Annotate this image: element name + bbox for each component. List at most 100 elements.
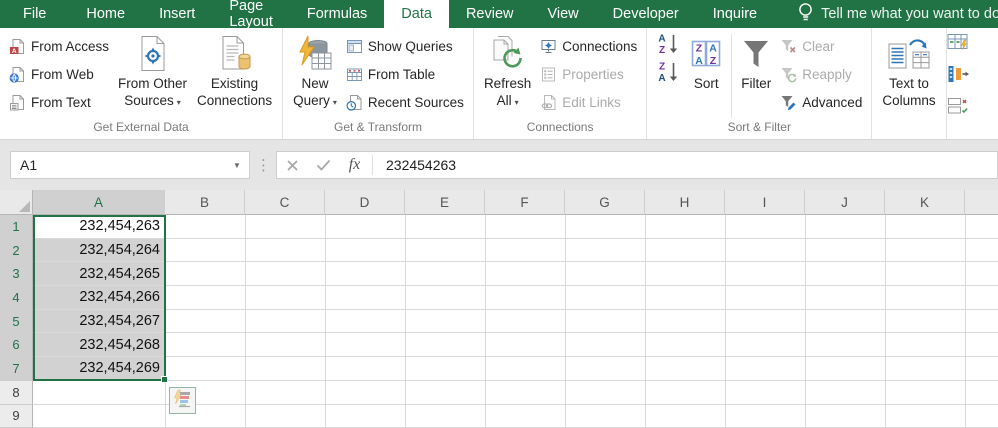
tell-me-box[interactable]: Tell me what you want to do [798, 0, 998, 28]
empty-cells[interactable] [165, 333, 998, 357]
show-queries-button[interactable]: Show Queries [342, 32, 468, 60]
group-label-connections: Connections [474, 120, 646, 139]
tab-data[interactable]: Data [384, 0, 449, 28]
row-header-8[interactable]: 8 [0, 381, 33, 405]
from-web-button[interactable]: From Web [5, 60, 113, 88]
cell-a4[interactable]: 232,454,266 [33, 286, 165, 310]
fx-icon: fx [349, 156, 361, 174]
connections-button[interactable]: Connections [536, 32, 641, 60]
advanced-filter-label: Advanced [802, 95, 862, 110]
cell-a5[interactable]: 232,454,267 [33, 310, 165, 334]
cell-a1[interactable]: 232,454,263 [33, 215, 165, 239]
cell-a8[interactable] [33, 381, 165, 405]
fill-handle[interactable] [161, 376, 168, 383]
column-header-f[interactable]: F [485, 190, 565, 215]
sort-ascending-button[interactable]: AZ [652, 32, 685, 60]
column-header-g[interactable]: G [565, 190, 645, 215]
name-box-dropdown-icon[interactable]: ▼ [225, 161, 249, 170]
remove-duplicates-icon[interactable] [947, 65, 973, 88]
formula-bar[interactable]: fx 232454263 [276, 151, 998, 179]
tab-insert[interactable]: Insert [142, 0, 212, 28]
row-header-2[interactable]: 2 [0, 239, 33, 263]
cell-a9[interactable] [33, 405, 165, 428]
tab-formulas[interactable]: Formulas [290, 0, 384, 28]
empty-cells[interactable] [165, 215, 998, 239]
cell-a6[interactable]: 232,454,268 [33, 333, 165, 357]
empty-cells[interactable] [165, 262, 998, 286]
sort-button[interactable]: ZAAZ Sort [685, 31, 727, 93]
sheet-row-3: 3 232,454,265 [0, 262, 998, 286]
tab-file[interactable]: File [0, 0, 69, 28]
tab-home[interactable]: Home [69, 0, 142, 28]
new-query-icon [297, 33, 333, 75]
tab-view[interactable]: View [530, 0, 595, 28]
worksheet-grid: A B C D E F G H I J K 1 232,454,263 2 23… [0, 190, 998, 428]
sheet-row-4: 4 232,454,266 [0, 286, 998, 310]
group-label-sort-filter: Sort & Filter [647, 120, 871, 139]
refresh-all-button[interactable]: RefreshAll▾ [479, 31, 536, 111]
formula-input[interactable]: 232454263 [375, 157, 456, 173]
column-header-e[interactable]: E [405, 190, 485, 215]
tell-me-label: Tell me what you want to do [821, 6, 998, 22]
advanced-filter-button[interactable]: Advanced [776, 88, 866, 116]
text-to-columns-icon [887, 33, 931, 75]
column-header-j[interactable]: J [805, 190, 885, 215]
filter-button[interactable]: Filter [736, 31, 776, 93]
sort-descending-button[interactable]: ZA [652, 60, 685, 88]
data-validation-icon[interactable] [947, 97, 973, 120]
column-header-d[interactable]: D [325, 190, 405, 215]
svg-text:A: A [659, 34, 666, 45]
auto-fill-options-button[interactable] [169, 387, 196, 414]
enter-button[interactable] [308, 152, 339, 178]
column-header-k[interactable]: K [885, 190, 965, 215]
existing-connections-button[interactable]: ExistingConnections [192, 31, 277, 109]
tab-developer[interactable]: Developer [596, 0, 696, 28]
row-header-5[interactable]: 5 [0, 310, 33, 334]
row-header-4[interactable]: 4 [0, 286, 33, 310]
tab-inquire[interactable]: Inquire [696, 0, 774, 28]
show-queries-label: Show Queries [368, 39, 453, 54]
row-header-9[interactable]: 9 [0, 405, 33, 428]
empty-cells[interactable] [165, 357, 998, 381]
from-text-button[interactable]: From Text [5, 88, 113, 116]
row-header-1[interactable]: 1 [0, 215, 33, 239]
select-all-corner[interactable] [0, 190, 33, 215]
column-header-a[interactable]: A [33, 190, 165, 215]
recent-sources-button[interactable]: Recent Sources [342, 88, 468, 116]
tab-page-layout[interactable]: Page Layout [212, 0, 290, 28]
name-box[interactable]: A1 ▼ [10, 151, 250, 179]
cell-a3[interactable]: 232,454,265 [33, 262, 165, 286]
row-header-7[interactable]: 7 [0, 357, 33, 381]
column-header-b[interactable]: B [165, 190, 245, 215]
row-header-6[interactable]: 6 [0, 333, 33, 357]
cell-a7[interactable]: 232,454,269 [33, 357, 165, 381]
column-header-partial[interactable] [965, 190, 998, 215]
column-header-h[interactable]: H [645, 190, 725, 215]
empty-cells[interactable] [165, 310, 998, 334]
sheet-row-6: 6 232,454,268 [0, 333, 998, 357]
column-header-c[interactable]: C [245, 190, 325, 215]
new-query-button[interactable]: NewQuery▾ [288, 31, 342, 111]
empty-cells[interactable] [165, 239, 998, 263]
from-other-sources-button[interactable]: From OtherSources▾ [113, 31, 192, 111]
flash-fill-icon[interactable] [947, 33, 973, 56]
from-access-button[interactable]: A From Access [5, 32, 113, 60]
empty-cells[interactable] [165, 381, 998, 405]
formula-bar-grip-icon[interactable]: ⋮ [250, 156, 276, 174]
svg-text:Z: Z [659, 45, 665, 56]
cancel-button[interactable] [277, 152, 308, 178]
sheet-row-9: 9 [0, 405, 998, 428]
row-header-3[interactable]: 3 [0, 262, 33, 286]
from-table-button[interactable]: From Table [342, 60, 468, 88]
column-header-i[interactable]: I [725, 190, 805, 215]
existing-connections-icon [217, 33, 253, 75]
text-to-columns-button[interactable]: Text toColumns [877, 31, 940, 109]
empty-cells[interactable] [165, 405, 998, 428]
from-access-icon: A [9, 38, 26, 55]
sort-label: Sort [694, 76, 719, 93]
tab-review[interactable]: Review [449, 0, 531, 28]
cell-a2[interactable]: 232,454,264 [33, 239, 165, 263]
insert-function-button[interactable]: fx [339, 152, 370, 178]
empty-cells[interactable] [165, 286, 998, 310]
properties-icon [540, 66, 557, 83]
